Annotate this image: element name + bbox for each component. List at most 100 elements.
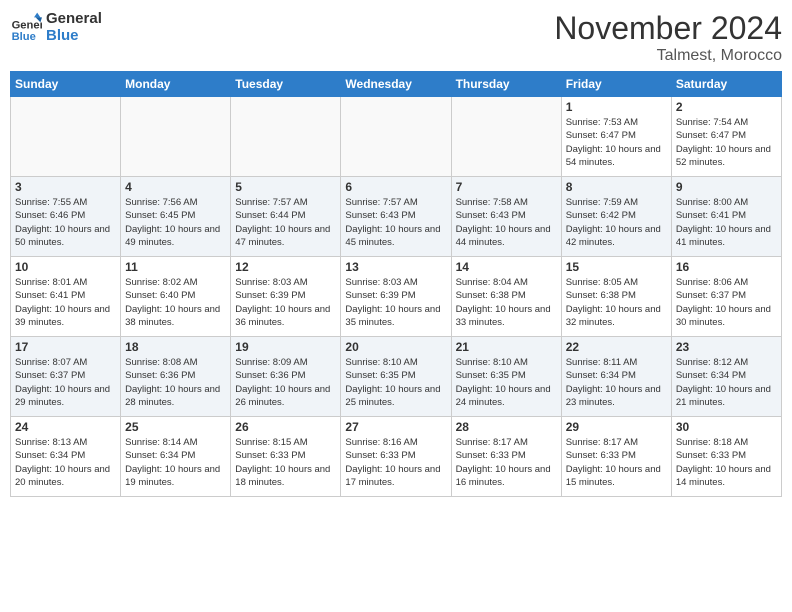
day-info: Sunrise: 7:58 AMSunset: 6:43 PMDaylight:… xyxy=(456,196,557,249)
week-row-2: 3Sunrise: 7:55 AMSunset: 6:46 PMDaylight… xyxy=(11,177,782,257)
header-row: SundayMondayTuesdayWednesdayThursdayFrid… xyxy=(11,72,782,97)
day-cell: 12 Sunrise: 8:03 AMSunset: 6:39 PMDayligh… xyxy=(231,257,341,337)
week-row-3: 10 Sunrise: 8:01 AMSunset: 6:41 PMDayligh… xyxy=(11,257,782,337)
day-cell: 1 Sunrise: 7:53 AMSunset: 6:47 PMDaylight… xyxy=(561,97,671,177)
logo-icon: General Blue xyxy=(10,11,42,43)
day-cell xyxy=(341,97,451,177)
day-info: Sunrise: 8:02 AMSunset: 6:40 PMDaylight:… xyxy=(125,276,226,329)
day-number: 9 xyxy=(676,180,777,194)
day-info: Sunrise: 8:18 AMSunset: 6:33 PMDaylight:… xyxy=(676,436,777,489)
day-info: Sunrise: 8:11 AMSunset: 6:34 PMDaylight:… xyxy=(566,356,667,409)
day-info: Sunrise: 8:03 AMSunset: 6:39 PMDaylight:… xyxy=(345,276,446,329)
header-friday: Friday xyxy=(561,72,671,97)
header-thursday: Thursday xyxy=(451,72,561,97)
location: Talmest, Morocco xyxy=(554,47,782,65)
day-cell: 10 Sunrise: 8:01 AMSunset: 6:41 PMDayligh… xyxy=(11,257,121,337)
day-cell: 11 Sunrise: 8:02 AMSunset: 6:40 PMDayligh… xyxy=(121,257,231,337)
day-number: 24 xyxy=(15,420,116,434)
day-number: 29 xyxy=(566,420,667,434)
title-block: November 2024 Talmest, Morocco xyxy=(554,10,782,65)
day-cell: 28 Sunrise: 8:17 AMSunset: 6:33 PMDayligh… xyxy=(451,417,561,497)
day-cell: 25 Sunrise: 8:14 AMSunset: 6:34 PMDayligh… xyxy=(121,417,231,497)
day-cell: 23 Sunrise: 8:12 AMSunset: 6:34 PMDayligh… xyxy=(671,337,781,417)
day-info: Sunrise: 8:17 AMSunset: 6:33 PMDaylight:… xyxy=(456,436,557,489)
day-info: Sunrise: 8:03 AMSunset: 6:39 PMDaylight:… xyxy=(235,276,336,329)
day-cell: 20 Sunrise: 8:10 AMSunset: 6:35 PMDayligh… xyxy=(341,337,451,417)
day-number: 7 xyxy=(456,180,557,194)
day-info: Sunrise: 8:10 AMSunset: 6:35 PMDaylight:… xyxy=(456,356,557,409)
week-row-1: 1 Sunrise: 7:53 AMSunset: 6:47 PMDaylight… xyxy=(11,97,782,177)
day-cell: 26Sunrise: 8:15 AMSunset: 6:33 PMDayligh… xyxy=(231,417,341,497)
header-monday: Monday xyxy=(121,72,231,97)
day-info: Sunrise: 7:57 AMSunset: 6:43 PMDaylight:… xyxy=(345,196,446,249)
day-number: 15 xyxy=(566,260,667,274)
day-info: Sunrise: 7:54 AMSunset: 6:47 PMDaylight:… xyxy=(676,116,777,169)
day-number: 8 xyxy=(566,180,667,194)
day-cell: 9Sunrise: 8:00 AMSunset: 6:41 PMDaylight… xyxy=(671,177,781,257)
header-sunday: Sunday xyxy=(11,72,121,97)
day-number: 4 xyxy=(125,180,226,194)
day-number: 6 xyxy=(345,180,446,194)
day-number: 23 xyxy=(676,340,777,354)
day-info: Sunrise: 7:56 AMSunset: 6:45 PMDaylight:… xyxy=(125,196,226,249)
day-cell xyxy=(231,97,341,177)
day-cell: 18Sunrise: 8:08 AMSunset: 6:36 PMDayligh… xyxy=(121,337,231,417)
day-cell: 30 Sunrise: 8:18 AMSunset: 6:33 PMDayligh… xyxy=(671,417,781,497)
day-cell: 16Sunrise: 8:06 AMSunset: 6:37 PMDayligh… xyxy=(671,257,781,337)
day-cell: 7 Sunrise: 7:58 AMSunset: 6:43 PMDaylight… xyxy=(451,177,561,257)
day-number: 17 xyxy=(15,340,116,354)
header-tuesday: Tuesday xyxy=(231,72,341,97)
day-number: 2 xyxy=(676,100,777,114)
day-number: 12 xyxy=(235,260,336,274)
day-number: 21 xyxy=(456,340,557,354)
day-cell: 3Sunrise: 7:55 AMSunset: 6:46 PMDaylight… xyxy=(11,177,121,257)
day-cell: 15 Sunrise: 8:05 AMSunset: 6:38 PMDayligh… xyxy=(561,257,671,337)
logo: General Blue General Blue xyxy=(10,10,102,44)
day-info: Sunrise: 8:13 AMSunset: 6:34 PMDaylight:… xyxy=(15,436,116,489)
day-info: Sunrise: 8:14 AMSunset: 6:34 PMDaylight:… xyxy=(125,436,226,489)
day-cell: 4 Sunrise: 7:56 AMSunset: 6:45 PMDaylight… xyxy=(121,177,231,257)
day-info: Sunrise: 7:55 AMSunset: 6:46 PMDaylight:… xyxy=(15,196,116,249)
day-cell: 17 Sunrise: 8:07 AMSunset: 6:37 PMDayligh… xyxy=(11,337,121,417)
day-info: Sunrise: 8:06 AMSunset: 6:37 PMDaylight:… xyxy=(676,276,777,329)
day-cell: 14Sunrise: 8:04 AMSunset: 6:38 PMDayligh… xyxy=(451,257,561,337)
day-info: Sunrise: 8:07 AMSunset: 6:37 PMDaylight:… xyxy=(15,356,116,409)
day-info: Sunrise: 8:01 AMSunset: 6:41 PMDaylight:… xyxy=(15,276,116,329)
day-number: 27 xyxy=(345,420,446,434)
day-number: 5 xyxy=(235,180,336,194)
day-info: Sunrise: 7:59 AMSunset: 6:42 PMDaylight:… xyxy=(566,196,667,249)
day-cell xyxy=(11,97,121,177)
day-cell: 8 Sunrise: 7:59 AMSunset: 6:42 PMDaylight… xyxy=(561,177,671,257)
day-cell: 21 Sunrise: 8:10 AMSunset: 6:35 PMDayligh… xyxy=(451,337,561,417)
day-number: 13 xyxy=(345,260,446,274)
day-info: Sunrise: 8:05 AMSunset: 6:38 PMDaylight:… xyxy=(566,276,667,329)
day-number: 18 xyxy=(125,340,226,354)
page-header: General Blue General Blue November 2024 … xyxy=(10,10,782,65)
day-info: Sunrise: 8:17 AMSunset: 6:33 PMDaylight:… xyxy=(566,436,667,489)
day-number: 1 xyxy=(566,100,667,114)
day-number: 11 xyxy=(125,260,226,274)
day-info: Sunrise: 7:53 AMSunset: 6:47 PMDaylight:… xyxy=(566,116,667,169)
day-cell: 13 Sunrise: 8:03 AMSunset: 6:39 PMDayligh… xyxy=(341,257,451,337)
week-row-4: 17 Sunrise: 8:07 AMSunset: 6:37 PMDayligh… xyxy=(11,337,782,417)
day-cell xyxy=(121,97,231,177)
day-number: 10 xyxy=(15,260,116,274)
day-cell: 27Sunrise: 8:16 AMSunset: 6:33 PMDayligh… xyxy=(341,417,451,497)
month-title: November 2024 xyxy=(554,10,782,47)
day-number: 20 xyxy=(345,340,446,354)
day-number: 14 xyxy=(456,260,557,274)
day-number: 22 xyxy=(566,340,667,354)
day-number: 25 xyxy=(125,420,226,434)
day-cell: 5 Sunrise: 7:57 AMSunset: 6:44 PMDaylight… xyxy=(231,177,341,257)
day-cell: 24 Sunrise: 8:13 AMSunset: 6:34 PMDayligh… xyxy=(11,417,121,497)
calendar-table: SundayMondayTuesdayWednesdayThursdayFrid… xyxy=(10,71,782,497)
day-number: 28 xyxy=(456,420,557,434)
day-info: Sunrise: 7:57 AMSunset: 6:44 PMDaylight:… xyxy=(235,196,336,249)
day-info: Sunrise: 8:12 AMSunset: 6:34 PMDaylight:… xyxy=(676,356,777,409)
day-info: Sunrise: 8:10 AMSunset: 6:35 PMDaylight:… xyxy=(345,356,446,409)
day-cell xyxy=(451,97,561,177)
header-saturday: Saturday xyxy=(671,72,781,97)
day-info: Sunrise: 8:09 AMSunset: 6:36 PMDaylight:… xyxy=(235,356,336,409)
day-number: 30 xyxy=(676,420,777,434)
svg-text:General: General xyxy=(12,20,42,32)
